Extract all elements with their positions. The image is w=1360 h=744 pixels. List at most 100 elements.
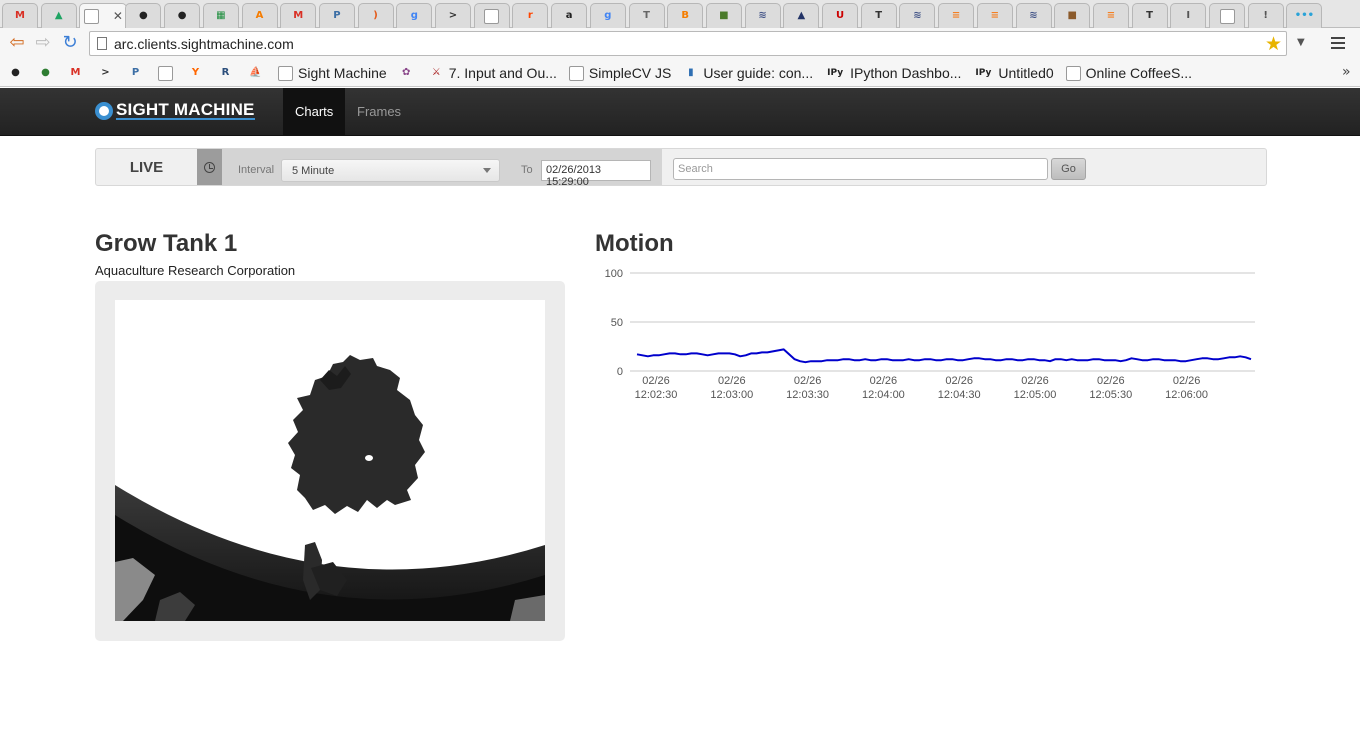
browser-tab[interactable]: ▲ bbox=[40, 3, 77, 28]
browser-tab[interactable]: A bbox=[241, 3, 278, 28]
browser-tab[interactable]: ■ bbox=[1054, 3, 1091, 28]
browser-tab[interactable]: T bbox=[1131, 3, 1168, 28]
browser-tab[interactable]: M bbox=[2, 3, 38, 28]
dropdown-arrow-icon[interactable]: ▼ bbox=[1297, 37, 1305, 48]
wave-icon: ≋ bbox=[913, 10, 922, 21]
bookmark-item[interactable]: Online CoffeeS... bbox=[1065, 64, 1192, 82]
bookmark-item[interactable] bbox=[158, 64, 178, 82]
nav-tab-frames[interactable]: Frames bbox=[345, 88, 413, 135]
browser-tab[interactable]: ■ bbox=[705, 3, 742, 28]
cube-icon: ■ bbox=[719, 10, 729, 21]
search-input[interactable] bbox=[673, 158, 1048, 180]
browser-tab[interactable]: ≡ bbox=[938, 3, 975, 28]
menu-icon[interactable] bbox=[1331, 37, 1345, 52]
browser-tab[interactable]: ≋ bbox=[899, 3, 936, 28]
spreadsheet-icon: ▦ bbox=[216, 10, 226, 21]
browser-tab[interactable] bbox=[1209, 3, 1245, 28]
bookmark-item[interactable]: M bbox=[68, 64, 88, 82]
tank-frame-image[interactable] bbox=[115, 300, 545, 621]
page-icon bbox=[484, 8, 500, 24]
go-button[interactable]: Go bbox=[1051, 158, 1086, 180]
stackoverflow-icon: ≡ bbox=[1106, 10, 1116, 21]
browser-tab[interactable]: M bbox=[280, 3, 317, 28]
page-icon bbox=[83, 8, 99, 24]
bookmark-item[interactable]: P bbox=[128, 64, 148, 82]
browser-tab[interactable]: ) bbox=[357, 3, 394, 28]
clock-button[interactable] bbox=[197, 149, 222, 185]
browser-tab[interactable]: ▲ bbox=[783, 3, 820, 28]
page-icon bbox=[97, 37, 107, 50]
bookmark-item[interactable]: ● bbox=[38, 64, 58, 82]
browser-tab[interactable]: T bbox=[628, 3, 665, 28]
close-icon[interactable]: ✕ bbox=[113, 9, 123, 23]
gmail-icon: M bbox=[15, 10, 25, 21]
browser-tab[interactable]: T bbox=[860, 3, 897, 28]
page-icon bbox=[568, 65, 584, 81]
browser-tab[interactable]: ▦ bbox=[202, 3, 239, 28]
filter-bar: LIVE Interval 5 Minute To 02/26/2013 15:… bbox=[95, 148, 1267, 188]
brand-text: SIGHT MACHINE bbox=[116, 100, 255, 120]
bookmark-item[interactable]: IPy Untitled0 bbox=[973, 64, 1053, 82]
forward-arrow-icon[interactable]: ⇨ bbox=[33, 33, 53, 53]
browser-tab[interactable]: g bbox=[396, 3, 433, 28]
browser-tab[interactable]: ≡ bbox=[1092, 3, 1129, 28]
terminal-icon: > bbox=[101, 67, 110, 78]
to-date-input[interactable]: 02/26/2013 15:29:00 bbox=[541, 160, 651, 188]
browser-tab[interactable]: ● bbox=[125, 3, 162, 28]
x-tick-label: 02/26 bbox=[1097, 375, 1125, 387]
ycombinator-icon: Y bbox=[191, 67, 200, 78]
bookmark-item[interactable]: ⛵ bbox=[248, 64, 268, 82]
browser-tab[interactable]: ≋ bbox=[744, 3, 781, 28]
bookmark-item[interactable]: > bbox=[98, 64, 118, 82]
bookmark-item[interactable]: ⚔ 7. Input and Ou... bbox=[429, 64, 557, 82]
browser-tab[interactable]: r bbox=[512, 3, 549, 28]
x-tick-label: 12:02:30 bbox=[635, 389, 678, 401]
bookmark-item[interactable]: SimpleCV JS bbox=[568, 64, 672, 82]
brand-logo[interactable]: SIGHT MACHINE bbox=[95, 101, 255, 120]
browser-tab[interactable]: ≋ bbox=[1015, 3, 1052, 28]
address-bar[interactable]: arc.clients.sightmachine.com ★ bbox=[89, 31, 1287, 56]
wave-icon: ≋ bbox=[758, 10, 767, 21]
bookmark-item[interactable]: ✿ bbox=[399, 64, 419, 82]
chart-icon: ▮ bbox=[688, 67, 694, 78]
x-tick-label: 02/26 bbox=[642, 375, 670, 387]
address-url[interactable]: arc.clients.sightmachine.com bbox=[114, 36, 294, 52]
browser-tab[interactable]: P bbox=[318, 3, 355, 28]
bookmark-item[interactable]: ▮ User guide: con... bbox=[683, 64, 813, 82]
browser-tab[interactable]: B bbox=[667, 3, 704, 28]
browser-tab[interactable]: I bbox=[1170, 3, 1207, 28]
x-tick-label: 12:03:00 bbox=[710, 389, 753, 401]
bookmark-item[interactable]: IPy IPython Dashbo... bbox=[825, 64, 961, 82]
page-icon bbox=[1065, 65, 1081, 81]
x-tick-label: 02/26 bbox=[870, 375, 898, 387]
browser-tab[interactable]: ••• bbox=[1286, 3, 1323, 28]
frame-image-well bbox=[95, 281, 565, 641]
browser-tab[interactable]: ✕ bbox=[79, 3, 128, 28]
amazon-icon: a bbox=[565, 10, 573, 21]
browser-tab[interactable]: U bbox=[822, 3, 858, 28]
browser-tab[interactable]: ! bbox=[1247, 3, 1284, 28]
nav-tab-charts[interactable]: Charts bbox=[283, 88, 346, 135]
bookmark-star-icon[interactable]: ★ bbox=[1265, 33, 1282, 55]
browser-tab[interactable]: a bbox=[551, 3, 588, 28]
browser-tab[interactable]: ● bbox=[164, 3, 201, 28]
browser-tab[interactable] bbox=[473, 3, 510, 28]
live-toggle[interactable]: LIVE bbox=[96, 149, 197, 185]
bookmark-label: SimpleCV JS bbox=[588, 65, 672, 81]
bookmark-item[interactable]: R bbox=[218, 64, 238, 82]
browser-tab[interactable]: g bbox=[589, 3, 626, 28]
bookmark-item[interactable]: ● bbox=[8, 64, 28, 82]
bar-icon: ! bbox=[1263, 10, 1268, 21]
green-circle-icon: ● bbox=[41, 67, 50, 78]
bookmark-item[interactable]: Sight Machine bbox=[278, 64, 387, 82]
interval-select[interactable]: 5 Minute bbox=[281, 159, 500, 182]
back-arrow-icon[interactable]: ⇦ bbox=[7, 33, 27, 53]
reload-icon[interactable]: ↻ bbox=[60, 33, 80, 53]
moon-icon: ) bbox=[373, 10, 378, 21]
browser-tab[interactable]: ≡ bbox=[976, 3, 1013, 28]
browser-tab[interactable]: > bbox=[435, 3, 471, 28]
bookmark-item[interactable]: Y bbox=[188, 64, 208, 82]
bookmarks-overflow-icon[interactable]: » bbox=[1342, 64, 1351, 80]
tex-icon: T bbox=[1146, 10, 1153, 21]
bar-icon: I bbox=[1186, 10, 1191, 21]
